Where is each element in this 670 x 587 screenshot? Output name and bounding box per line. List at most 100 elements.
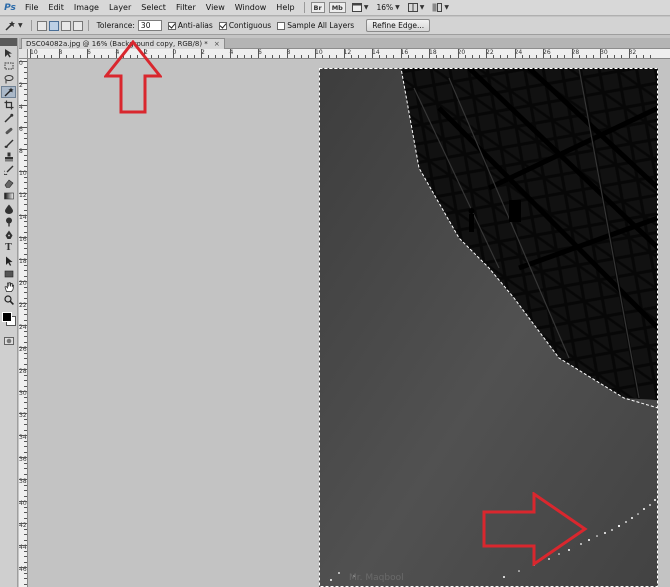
blur-tool-icon[interactable] [1,203,16,215]
dodge-tool-icon[interactable] [1,216,16,228]
magic-wand-tool-icon[interactable] [1,86,16,98]
lasso-tool-icon[interactable] [1,73,16,85]
chevron-down-icon: ▼ [444,4,450,11]
ruler-tick [24,550,27,552]
ruler-tick [414,55,416,58]
workspace-icon [432,3,443,12]
ruler-tick [24,143,27,145]
shape-tool-icon[interactable] [1,268,16,280]
hand-tool-icon[interactable] [1,281,16,293]
color-swatches[interactable] [0,306,17,334]
ruler-tick [24,226,27,227]
ruler-tick [24,182,27,183]
ruler-tick [286,49,288,58]
contiguous-checkbox[interactable]: Contiguous [218,21,271,30]
ruler-tick [436,55,438,58]
type-tool-icon[interactable]: T [1,242,16,254]
ruler-tick [215,55,217,58]
refine-edge-button[interactable]: Refine Edge... [366,19,431,32]
ruler-tick [24,462,27,464]
eraser-tool-icon[interactable] [1,177,16,189]
ruler-tick [24,314,27,315]
menu-file[interactable]: File [20,3,43,12]
ruler-tick [457,49,459,58]
zoom-dropdown[interactable]: 16% ▼ [376,3,399,12]
anti-alias-checkbox[interactable]: Anti-alias [167,21,213,30]
ruler-tick [24,264,27,266]
intersect-selection-icon[interactable] [72,20,83,31]
marquee-tool-icon[interactable] [1,60,16,72]
checkbox-unchecked-icon [277,21,286,30]
healing-brush-tool-icon[interactable] [1,125,16,137]
ruler-tick [136,55,138,58]
workspace-dropdown[interactable]: ▼ [432,3,449,12]
document-tab[interactable]: DSC04082a.jpg @ 16% (Background copy, RG… [21,38,225,49]
ruler-tick [19,281,27,282]
new-selection-icon[interactable] [36,20,47,31]
menu-select[interactable]: Select [136,3,171,12]
clone-stamp-tool-icon[interactable] [1,151,16,163]
vertical-ruler[interactable]: 0 2 4 6 8 10 12 14 16 18 20 22 24 26 28 30 32 34 36 38 40 42 4… [19,59,28,587]
ruler-origin[interactable] [19,49,28,59]
ruler-tick [649,55,651,58]
ruler-tick [607,55,609,58]
ruler-tick [79,55,81,58]
ruler-tick [24,407,27,409]
ruler-tick [24,374,27,376]
brush-tool-icon[interactable] [1,138,16,150]
ruler-tick [19,303,27,304]
ruler-tick [19,347,27,348]
menu-separator [303,2,305,13]
ruler-tick [19,369,27,370]
ruler-tick [307,55,309,58]
crop-tool-icon[interactable] [1,99,16,111]
gradient-tool-icon[interactable] [1,190,16,202]
ruler-tick [24,484,27,486]
ruler-tick [279,55,281,58]
menu-edit[interactable]: Edit [43,3,69,12]
mini-bridge-button[interactable]: Mb [328,2,346,13]
ruler-tick [486,49,487,58]
tools-panel-header[interactable] [0,38,17,46]
screen-mode-icon [351,3,362,12]
pen-tool-icon[interactable] [1,229,16,241]
horizontal-ruler[interactable]: 10 8 6 4 2 0 2 4 6 8 10 12 14 16 18 20 22 24 26 28 30 32 [28,49,670,59]
subtract-from-selection-icon[interactable] [60,20,71,31]
ruler-tick [19,567,27,568]
screen-mode-dropdown[interactable]: ▼ [351,3,368,12]
menu-help[interactable]: Help [271,3,299,12]
menu-filter[interactable]: Filter [171,3,201,12]
add-to-selection-icon[interactable] [48,20,59,31]
tool-preset-picker[interactable]: ▼ [0,20,27,32]
bridge-button[interactable]: Br [310,2,325,13]
zoom-tool-icon[interactable] [1,294,16,306]
path-selection-tool-icon[interactable] [1,255,16,267]
sample-all-layers-checkbox[interactable]: Sample All Layers [277,21,354,30]
menu-window[interactable]: Window [230,3,272,12]
ruler-tick [24,66,27,68]
options-separator [30,20,32,31]
ruler-tick [478,55,480,58]
close-icon[interactable]: × [214,40,220,48]
ruler-tick [407,55,409,58]
history-brush-tool-icon[interactable] [1,164,16,176]
ruler-tick [87,49,88,58]
canvas-workspace[interactable]: Mr. Maqbool [28,60,670,587]
ruler-tick [19,171,27,172]
menu-layer[interactable]: Layer [104,3,136,12]
quick-mask-icon[interactable] [1,335,16,347]
eyedropper-tool-icon[interactable] [1,112,16,124]
move-tool-icon[interactable] [1,47,16,59]
tolerance-input[interactable]: 30 [137,20,162,31]
menu-view[interactable]: View [201,3,230,12]
photo-canvas[interactable]: Mr. Maqbool [319,68,658,587]
menu-image[interactable]: Image [69,3,104,12]
ruler-tick [24,319,27,321]
ruler-tick [236,55,238,58]
ruler-tick [24,512,27,513]
ruler-tick [329,55,331,58]
ruler-tick [24,539,27,541]
arrange-documents-dropdown[interactable]: ▼ [407,3,424,12]
ruler-tick [543,49,544,58]
foreground-color-swatch[interactable] [2,312,12,322]
